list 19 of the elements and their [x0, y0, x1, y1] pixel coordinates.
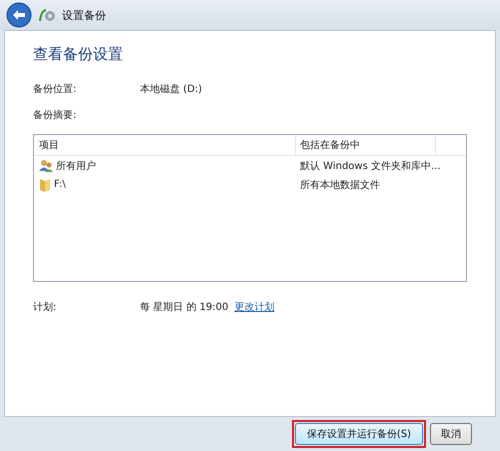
save-and-run-button[interactable]: 保存设置并运行备份(S)	[295, 423, 423, 445]
back-icon[interactable]	[6, 2, 32, 28]
backup-icon	[38, 7, 56, 23]
column-header[interactable]: 项目	[34, 135, 296, 155]
column-header[interactable]: 包括在备份中	[296, 135, 436, 155]
field-label: 备份位置:	[33, 82, 78, 96]
page-heading: 查看备份设置	[33, 45, 124, 64]
folder-icon	[39, 178, 51, 192]
field-label: 备份摘要:	[33, 108, 78, 122]
table-cell-text: 所有用户	[56, 160, 96, 172]
table-cell-text: 所有本地数据文件	[299, 178, 381, 192]
change-schedule-link[interactable]: 更改计划	[234, 300, 274, 314]
window-title: 设置备份	[62, 8, 106, 22]
cancel-button[interactable]: 取消	[430, 423, 472, 445]
field-value: 每 星期日 的 19:00	[140, 300, 228, 314]
table-cell: F:\	[54, 179, 66, 190]
field-value: 本地磁盘 (D:)	[140, 82, 202, 96]
users-icon	[39, 159, 53, 172]
field-label: 计划:	[33, 300, 58, 314]
